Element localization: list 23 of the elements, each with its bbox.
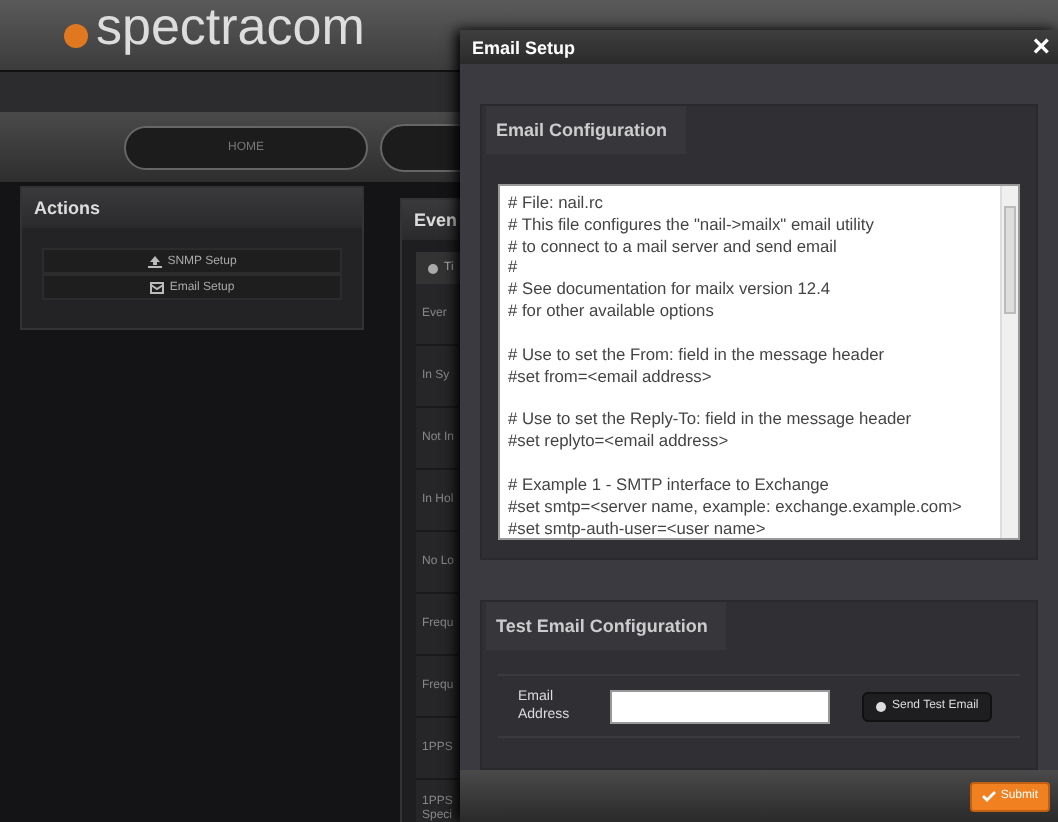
envelope-icon bbox=[149, 281, 164, 293]
close-button[interactable]: × bbox=[1032, 30, 1050, 64]
config-line: # for other available options bbox=[508, 299, 716, 322]
dialog-title: Email Setup bbox=[472, 37, 576, 57]
email-address-field[interactable] bbox=[610, 689, 830, 723]
config-line: # bbox=[508, 256, 520, 279]
logo-icon bbox=[64, 23, 88, 47]
logo-text: spectracom bbox=[96, 0, 365, 51]
config-line: #set smtp=<server name, example: exchange.example.com> bbox=[508, 495, 964, 518]
panel-title: Actions bbox=[22, 188, 362, 228]
section-title: Test Email Configuration bbox=[486, 602, 726, 650]
config-line: # to connect to a mail server and send email bbox=[508, 235, 839, 257]
section-title: Email Configuration bbox=[486, 106, 685, 154]
config-line: # See documentation for mailx version 12.4 bbox=[508, 278, 833, 300]
config-line: # Use to set the From: field in the message header bbox=[508, 343, 887, 366]
checkmark-icon bbox=[982, 790, 997, 802]
config-line: # Use to set the Reply-To: field in the message header bbox=[508, 408, 914, 431]
upload-icon bbox=[147, 255, 162, 267]
config-line: # Example 1 - SMTP interface to Exchange bbox=[508, 473, 831, 496]
config-text-area[interactable] bbox=[498, 184, 1020, 540]
config-line: #set replyto=<email address> bbox=[508, 430, 731, 452]
config-line: #set smtp-auth-user=<user name> bbox=[508, 517, 768, 538]
config-line: #set from=<email address> bbox=[508, 365, 714, 387]
